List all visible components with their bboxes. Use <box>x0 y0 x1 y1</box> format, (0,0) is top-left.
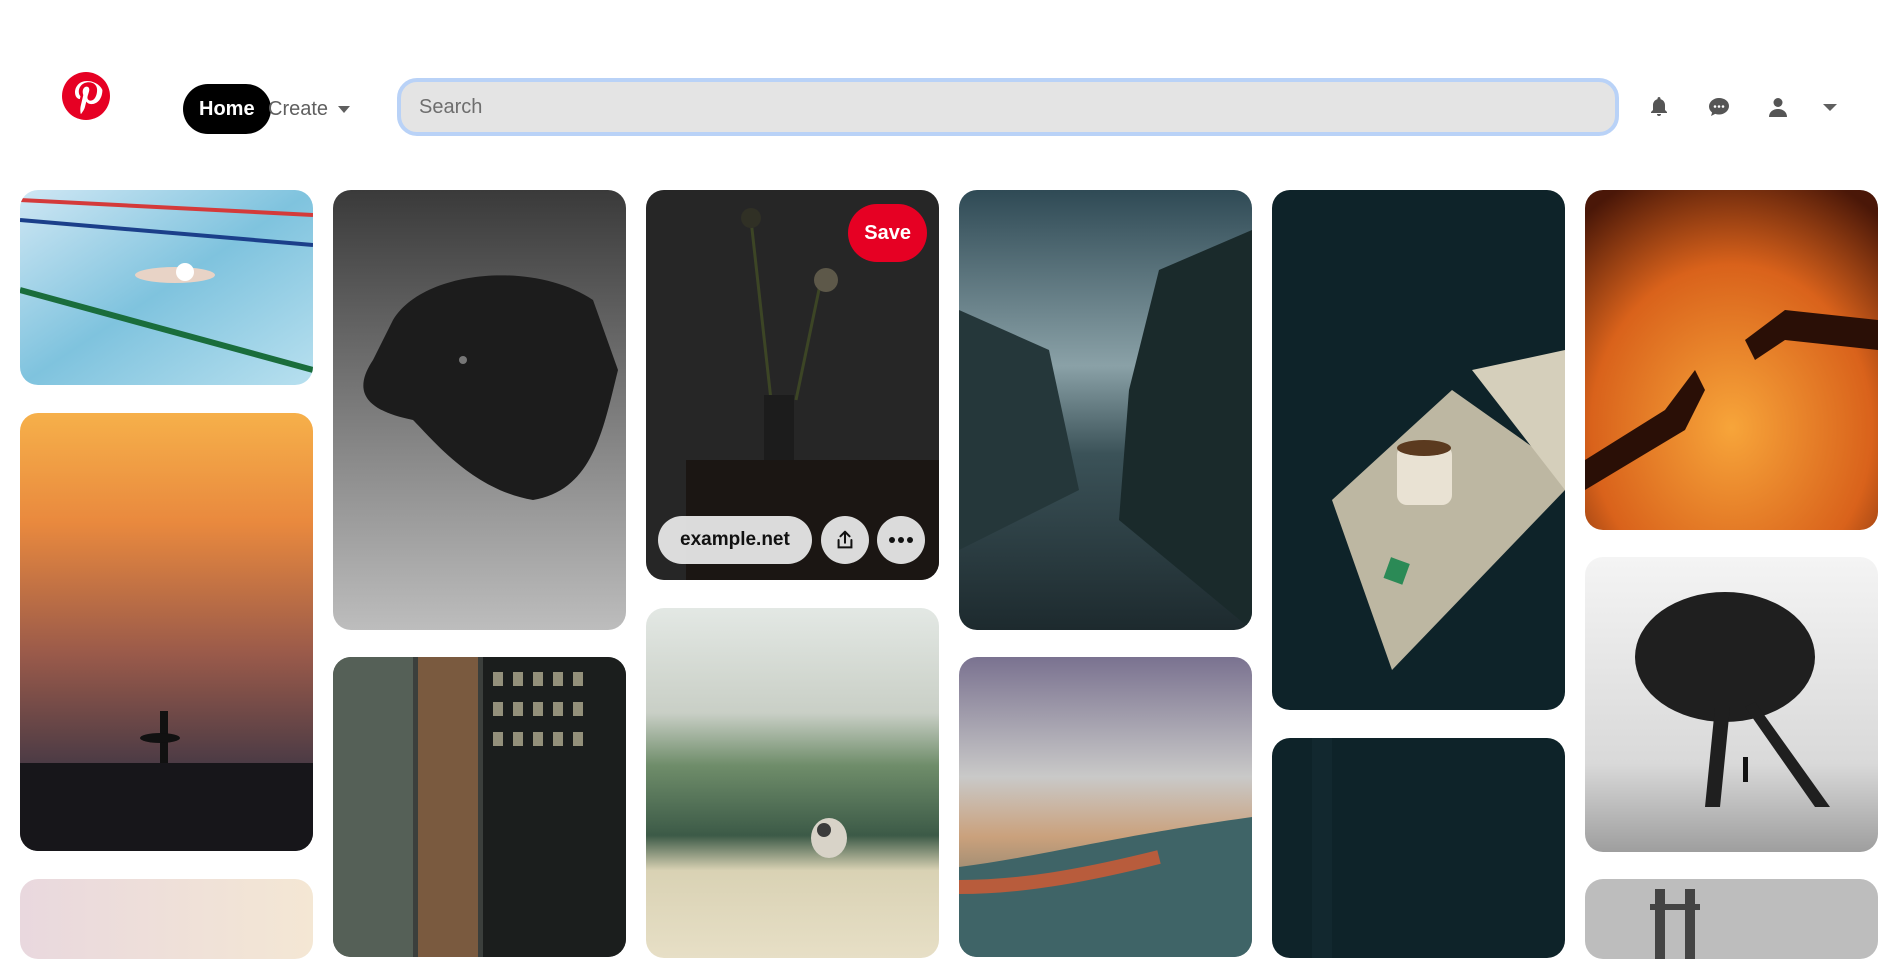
top-navigation-bar: Home Create <box>0 0 1891 180</box>
pinterest-logo-icon[interactable] <box>62 72 110 120</box>
search-input[interactable] <box>397 78 1619 136</box>
home-button[interactable]: Home <box>183 84 271 134</box>
pin-card[interactable] <box>959 657 1252 957</box>
chevron-down-icon <box>338 105 351 113</box>
pin-image <box>333 190 626 630</box>
pin-image <box>20 879 313 959</box>
pin-card[interactable] <box>333 657 626 957</box>
user-icon[interactable] <box>1766 95 1790 119</box>
bell-icon[interactable] <box>1647 95 1671 119</box>
save-button[interactable]: Save <box>848 204 927 262</box>
chat-bubble-icon[interactable] <box>1707 95 1731 119</box>
pin-card[interactable] <box>1585 557 1878 852</box>
pin-card[interactable] <box>20 413 313 851</box>
share-icon <box>837 530 853 549</box>
pin-image <box>20 413 313 851</box>
pin-card-hovered[interactable]: Save example.net <box>646 190 939 580</box>
share-button[interactable] <box>821 516 869 564</box>
pin-card[interactable] <box>1272 190 1565 710</box>
pin-card[interactable] <box>333 190 626 630</box>
create-menu-button[interactable]: Create <box>268 84 351 134</box>
pin-image <box>959 190 1252 630</box>
more-options-button[interactable] <box>877 516 925 564</box>
create-label: Create <box>268 98 329 120</box>
pin-card[interactable] <box>20 190 313 385</box>
pin-card[interactable] <box>646 608 939 958</box>
pin-image <box>1585 879 1878 959</box>
pin-card[interactable] <box>1272 738 1565 958</box>
pin-image <box>959 657 1252 957</box>
pin-image <box>1272 190 1565 710</box>
pin-image <box>1585 557 1878 852</box>
pin-image <box>646 608 939 958</box>
chevron-down-icon[interactable] <box>1823 104 1837 111</box>
pin-card[interactable] <box>1585 879 1878 959</box>
pin-image <box>1585 190 1878 530</box>
pin-image <box>20 190 313 385</box>
pin-card[interactable] <box>959 190 1252 630</box>
pin-card[interactable] <box>1585 190 1878 530</box>
source-link-button[interactable]: example.net <box>658 516 812 564</box>
pin-image <box>333 657 626 957</box>
pin-card[interactable] <box>20 879 313 959</box>
pin-image <box>1272 738 1565 958</box>
more-options-icon <box>889 537 913 543</box>
